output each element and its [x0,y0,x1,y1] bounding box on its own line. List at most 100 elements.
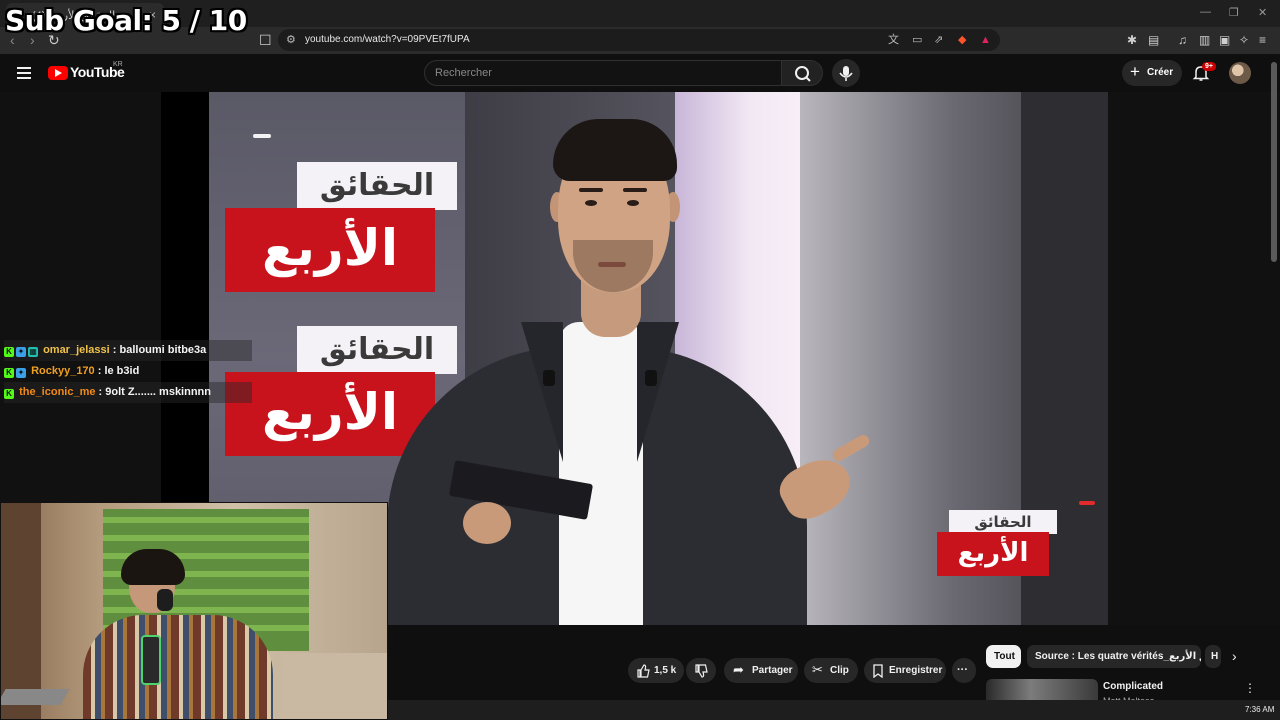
share-icon: ➦ [733,662,744,677]
wallet-icon[interactable]: ▣ [1219,33,1230,47]
presenter-mouth [598,262,626,267]
lapel-mic-left [543,370,555,386]
like-button[interactable]: 1,5 k [628,658,684,683]
like-count: 1,5 k [654,665,677,676]
bookmark-save-icon [873,664,883,678]
webcam-bed [281,653,387,719]
plus-icon: + [1130,62,1140,81]
screen-mark [253,134,271,138]
voice-search-button[interactable] [832,59,860,87]
show-sign-title-bottom: الحقائق [297,326,457,374]
streamer-microphone [141,635,161,685]
page-scrollbar[interactable] [1271,62,1277,262]
chat-message: K ✦ ▦ omar_jelassi : balloumi bitbe3a [4,340,252,361]
create-label: Créer [1147,67,1174,78]
os-taskbar [388,700,1280,720]
more-dots-icon: ··· [957,664,968,676]
webcam-shelf [1,503,41,719]
presenter-hand-left [463,502,511,544]
streamer-shirt [83,615,273,719]
search-icon [795,66,811,82]
recommendation-title[interactable]: Complicated [1103,681,1163,692]
streamer-hair [121,549,185,585]
subscriber-badge-icon: ✦ [16,368,26,378]
subscriber-badge-icon: ✦ [16,347,26,357]
share-page-icon[interactable]: ⇗ [934,33,943,47]
create-button[interactable]: + Créer [1122,60,1182,86]
stream-chat: K ✦ ▦ omar_jelassi : balloumi bitbe3a K ✦ R… [4,340,252,403]
chevron-right-icon[interactable]: › [1232,648,1237,664]
clip-label: Clip [830,665,849,676]
kick-badge-icon: K [4,347,14,357]
live-indicator [1079,501,1095,505]
sidebar-panel-icon[interactable]: ▤ [1148,33,1159,47]
chat-message: K the_iconic_me : 9olt Z....... mskinnnn [4,382,252,403]
dislike-button[interactable] [686,658,716,683]
share-button[interactable]: ➦ Partager [724,658,798,683]
user-avatar[interactable] [1229,62,1251,84]
share-label: Partager [752,665,793,676]
presenter-brow-left [579,188,603,192]
chat-username: omar_jelassi [43,344,110,356]
sub-goal-overlay: Sub Goal: 5 / 10 [5,4,247,37]
gift-badge-icon: ▦ [28,347,38,357]
headset-icon [157,589,173,611]
lapel-mic-right [645,370,657,386]
youtube-logo-icon[interactable] [48,66,68,80]
system-clock: 7:36 AM [1245,705,1275,714]
presenter-lapel-left [521,322,563,462]
address-bar[interactable]: ⚙ youtube.com/watch?v=09PVEt7fUPA 文 ▭ ⇗ … [278,29,1000,51]
clip-button[interactable]: ✂ Clip [804,658,858,683]
maximize-icon[interactable]: ❐ [1229,6,1239,19]
youtube-header: YouTube KR Rechercher + Créer 9+ [0,54,1280,92]
presenter-lapel-right [637,322,679,462]
chip-source[interactable]: Source : Les quatre vérités_الحقائق الأر… [1027,645,1201,668]
search-input[interactable]: Rechercher [424,60,782,86]
menu-icon[interactable]: ≡ [1259,33,1266,47]
presenter-eye-left [585,200,597,206]
kick-badge-icon: K [4,368,14,378]
thumbs-down-icon [695,664,708,678]
thumbs-up-icon [637,664,650,678]
save-button[interactable]: Enregistrer [864,658,946,683]
presenter-eye-right [627,200,639,206]
chat-text: : 9olt Z....... mskinnnn [95,386,211,398]
chat-text: : le b3id [94,365,140,377]
screen: { "overlay": { "sub_goal": "Sub Goal: 5 … [0,0,1280,720]
chat-username: the_iconic_me [19,386,96,398]
show-sign-subtitle-top: الأربع [225,208,435,292]
bookmark-icon[interactable]: ☐ [259,32,272,48]
chip-more[interactable]: H [1205,645,1221,668]
streamer-keyboard [1,689,70,705]
more-actions-button[interactable]: ··· [952,658,976,683]
minimize-icon[interactable]: — [1200,6,1211,18]
show-sign-title-top: الحقائق [297,162,457,210]
extensions-icon[interactable]: ✱ [1127,33,1137,47]
scissors-icon: ✂ [812,662,823,677]
guide-menu-icon[interactable] [17,67,31,79]
leo-ai-icon[interactable]: ✧ [1239,33,1249,47]
microphone-icon [839,66,853,81]
presenter-hair [553,119,677,181]
webcam-overlay [0,502,388,720]
search-button[interactable] [781,60,823,86]
save-label: Enregistrer [889,665,943,676]
chat-username: Rockyy_170 [31,365,95,377]
close-window-icon[interactable]: ✕ [1258,6,1267,19]
url-text[interactable]: youtube.com/watch?v=09PVEt7fUPA [305,34,470,45]
reader-icon[interactable]: ▥ [1199,33,1210,47]
brave-rewards-icon[interactable]: ▲ [980,33,991,47]
notifications-badge: 9+ [1202,62,1216,71]
cast-icon[interactable]: ▭ [912,33,922,47]
media-icon[interactable]: ♫ [1178,33,1187,47]
corner-logo-title: الحقائق [949,510,1057,534]
recommendation-menu-icon[interactable]: ⋮ [1244,681,1256,695]
site-info-icon[interactable]: ⚙ [286,33,296,47]
show-sign-subtitle-bottom: الأربع [225,372,435,456]
chat-text: : balloumi bitbe3a [109,344,207,356]
corner-logo-subtitle: الأربع [937,532,1049,576]
presenter-shirt [559,322,643,625]
brave-shield-icon[interactable]: ◆ [958,33,966,47]
translate-icon[interactable]: 文 [888,33,899,47]
chip-all[interactable]: Tout [986,645,1021,668]
